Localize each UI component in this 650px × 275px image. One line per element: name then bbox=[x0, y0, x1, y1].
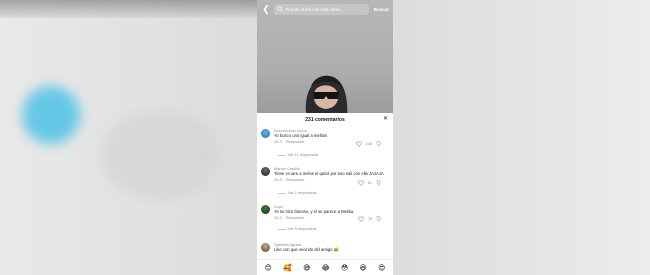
top-search-bar: ❮ Yo todo el día con esta canci... Busca… bbox=[257, 0, 393, 18]
emoji-button[interactable]: 😊 bbox=[265, 264, 272, 272]
search-query-text: Yo todo el día con esta canci... bbox=[285, 6, 344, 12]
comment-date: 10-3 bbox=[274, 178, 282, 182]
comment-body: Gabriela Aguilar Like con que vecinito d… bbox=[274, 242, 389, 253]
emoji-button[interactable]: 😍 bbox=[378, 264, 385, 272]
comment-item: Gabriela Aguilar Like con que vecinito d… bbox=[261, 242, 389, 258]
view-replies-link[interactable]: Ver 2 respuestas bbox=[275, 190, 317, 196]
avatar[interactable] bbox=[261, 129, 270, 138]
background-blur-shape bbox=[100, 110, 220, 200]
background-blue-blur bbox=[22, 86, 80, 144]
dislike-icon[interactable] bbox=[376, 141, 381, 147]
search-icon bbox=[277, 6, 283, 12]
comment-item: Luyix Yo se hizo famoso, y él se parece … bbox=[261, 204, 389, 236]
like-count: 61 bbox=[367, 181, 372, 185]
comment-date: 10-3 bbox=[274, 140, 282, 144]
search-input[interactable]: Yo todo el día con esta canci... bbox=[274, 3, 369, 15]
emoji-button[interactable]: 🥰 bbox=[283, 264, 292, 272]
reply-button[interactable]: Responder bbox=[286, 215, 305, 221]
comment-actions: 76 bbox=[357, 216, 381, 222]
avatar[interactable] bbox=[261, 205, 270, 214]
reply-button[interactable]: Responder bbox=[286, 139, 305, 145]
emoji-button[interactable]: 😆 bbox=[360, 264, 367, 272]
comments-count-title: 231 comentarios bbox=[305, 116, 345, 123]
heart-icon[interactable] bbox=[357, 180, 364, 186]
like-count: 76 bbox=[367, 217, 372, 221]
emoji-quick-bar: 😊 🥰 😅 😂 😳 😆 😍 bbox=[257, 259, 393, 275]
reply-button[interactable]: Responder bbox=[286, 177, 305, 183]
view-replies-link[interactable]: Ver 11 respuestas bbox=[275, 152, 318, 158]
dislike-icon[interactable] bbox=[376, 216, 381, 222]
heart-icon[interactable] bbox=[355, 141, 362, 147]
like-count: 248 bbox=[365, 142, 372, 146]
emoji-button[interactable]: 😅 bbox=[303, 264, 310, 272]
comment-item: Marian Castillo Tiene vn aire a melos el… bbox=[261, 166, 389, 198]
comment-actions: 61 bbox=[357, 180, 381, 186]
comment-item: Sxxxxxxxxxx xxxxx Yo busco uno igual a m… bbox=[261, 128, 389, 162]
comments-header: 231 comentarios ✕ bbox=[257, 113, 393, 126]
emoji-button[interactable]: 😳 bbox=[341, 264, 348, 272]
comment-text: Like con que vecinito del amigo 😂 bbox=[274, 247, 339, 252]
comment-date: 10-3 bbox=[274, 216, 282, 220]
avatar[interactable] bbox=[261, 243, 270, 252]
avatar[interactable] bbox=[261, 167, 270, 176]
dislike-icon[interactable] bbox=[376, 180, 381, 186]
close-icon[interactable]: ✕ bbox=[383, 116, 388, 122]
back-arrow-icon[interactable]: ❮ bbox=[261, 3, 271, 15]
phone-screen: ❮ Yo todo el día con esta canci... Busca… bbox=[257, 0, 393, 275]
search-button[interactable]: Buscar bbox=[372, 7, 389, 12]
video-area[interactable]: ❮ Yo todo el día con esta canci... Busca… bbox=[257, 0, 393, 113]
comment-actions: 248 bbox=[355, 141, 381, 147]
heart-icon[interactable] bbox=[357, 216, 364, 222]
comments-panel: 231 comentarios ✕ Sxxxxxxxxxx xxxxx Yo b… bbox=[257, 113, 393, 275]
background-right-panel bbox=[393, 0, 650, 275]
emoji-button[interactable]: 😂 bbox=[322, 264, 330, 272]
view-replies-link[interactable]: Ver 5 respuestas bbox=[275, 226, 317, 232]
video-person-image bbox=[305, 75, 348, 113]
